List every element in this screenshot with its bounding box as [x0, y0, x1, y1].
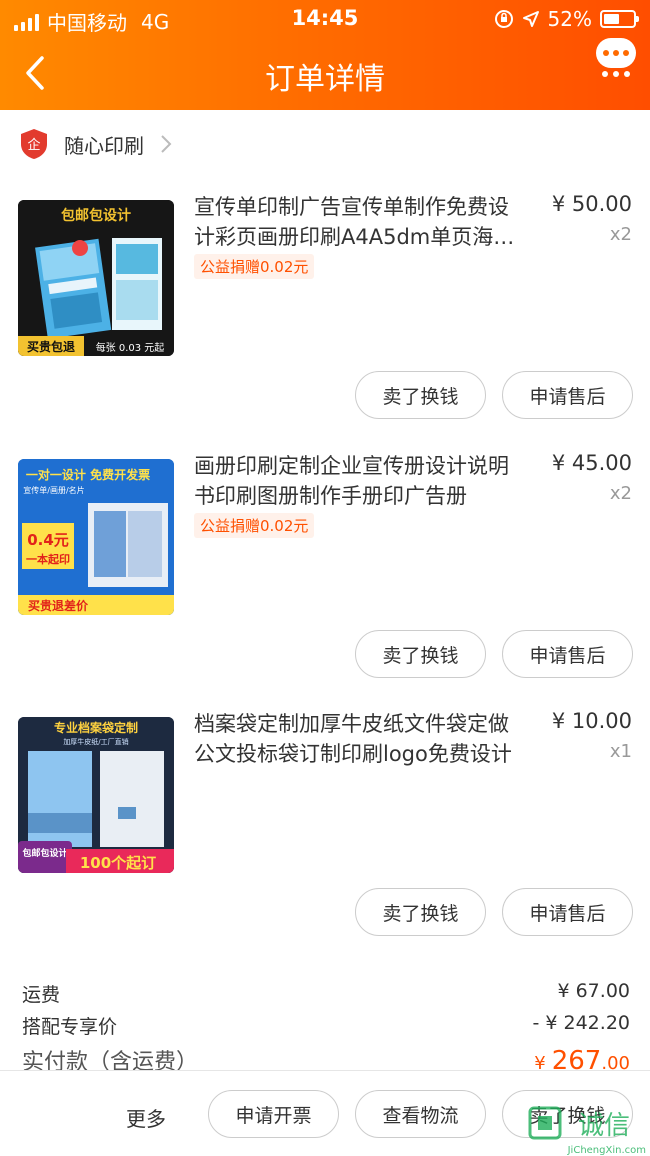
- page-title: 订单详情: [265, 62, 385, 97]
- order-item[interactable]: 包邮包设计 买贵包退 每张 0.03 元起 宣传单印制广告宣传单制作免费设计彩页…: [0, 190, 650, 448]
- sell-for-cash-button[interactable]: 卖了换钱: [355, 630, 486, 678]
- bundle-value: - ¥ 242.20: [532, 1012, 630, 1034]
- product-thumbnail[interactable]: 一对一设计 免费开发票 宣传单/画册/名片 0.4元 一本起印 买贵退差价: [18, 459, 174, 615]
- shop-row[interactable]: 企 随心印刷: [0, 112, 650, 176]
- svg-text:买贵退差价: 买贵退差价: [28, 598, 89, 613]
- svg-text:0.4元: 0.4元: [27, 531, 69, 549]
- product-quantity: x2: [609, 224, 632, 245]
- after-sale-button[interactable]: 申请售后: [502, 371, 633, 419]
- more-button[interactable]: 更多: [126, 1103, 166, 1132]
- shipping-value: ¥ 67.00: [557, 980, 630, 1002]
- svg-text:加厚牛皮纸/工厂直销: 加厚牛皮纸/工厂直销: [63, 737, 128, 746]
- after-sale-button[interactable]: 申请售后: [502, 630, 633, 678]
- sell-for-cash-button[interactable]: 卖了换钱: [355, 888, 486, 936]
- shop-name: 随心印刷: [64, 133, 144, 158]
- battery-icon: [600, 10, 639, 28]
- watermark-logo: 诚信 JiChengXin.com: [528, 1106, 646, 1156]
- svg-text:100个起订: 100个起订: [80, 854, 156, 872]
- bundle-price-row: 搭配专享价 - ¥ 242.20: [22, 1012, 630, 1039]
- product-title[interactable]: 宣传单印制广告宣传单制作免费设计彩页画册印刷A4A5dm单页海报传单: [194, 192, 524, 252]
- product-quantity: x1: [609, 741, 632, 762]
- bundle-label: 搭配专享价: [22, 1016, 118, 1038]
- enterprise-shop-icon: 企: [21, 129, 47, 159]
- nav-bar: 订单详情: [0, 36, 650, 110]
- svg-text:每张 0.03 元起: 每张 0.03 元起: [96, 341, 165, 354]
- product-title[interactable]: 档案袋定制加厚牛皮纸文件袋定做公文投标袋订制印刷logo免费设计: [194, 709, 524, 769]
- svg-text:企: 企: [27, 137, 40, 153]
- shipping-label: 运费: [22, 984, 61, 1006]
- order-item[interactable]: 一对一设计 免费开发票 宣传单/画册/名片 0.4元 一本起印 买贵退差价 画册…: [0, 449, 650, 707]
- product-price: ¥ 50.00: [551, 192, 632, 216]
- product-price: ¥ 10.00: [551, 709, 632, 733]
- chat-more-icon[interactable]: [594, 36, 638, 80]
- shipping-row: 运费 ¥ 67.00: [22, 980, 630, 1007]
- orientation-lock-icon: [494, 10, 513, 28]
- svg-text:一对一设计 免费开发票: 一对一设计 免费开发票: [26, 467, 150, 482]
- product-title[interactable]: 画册印刷定制企业宣传册设计说明书印刷图册制作手册印广告册: [194, 451, 524, 511]
- svg-text:专业档案袋定制: 专业档案袋定制: [54, 720, 138, 735]
- order-item[interactable]: 专业档案袋定制 加厚牛皮纸/工厂直销 包邮包设计 100个起订 档案袋定制加厚牛…: [0, 707, 650, 965]
- view-logistics-button[interactable]: 查看物流: [355, 1090, 486, 1138]
- charity-tag: 公益捐赠0.02元: [194, 513, 315, 538]
- after-sale-button[interactable]: 申请售后: [502, 888, 633, 936]
- location-icon: [522, 11, 539, 27]
- svg-text:包邮包设计: 包邮包设计: [61, 207, 131, 224]
- svg-text:诚信: 诚信: [578, 1111, 630, 1141]
- app-header: 中国移动 4G 14:45 52% 订单详情: [0, 0, 650, 110]
- svg-text:一本起印: 一本起印: [26, 552, 70, 566]
- svg-text:宣传单/画册/名片: 宣传单/画册/名片: [23, 485, 84, 495]
- chevron-right-icon: [161, 135, 172, 153]
- charity-tag: 公益捐赠0.02元: [194, 254, 315, 279]
- battery-percent: 52%: [547, 7, 592, 31]
- product-thumbnail[interactable]: 包邮包设计 买贵包退 每张 0.03 元起: [18, 200, 174, 356]
- status-bar: 中国移动 4G 14:45 52%: [0, 0, 650, 36]
- watermark-url: JiChengXin.com: [567, 1145, 646, 1156]
- svg-text:买贵包退: 买贵包退: [27, 339, 75, 354]
- product-thumbnail[interactable]: 专业档案袋定制 加厚牛皮纸/工厂直销 包邮包设计 100个起订: [18, 717, 174, 873]
- sell-for-cash-button[interactable]: 卖了换钱: [355, 371, 486, 419]
- request-invoice-button[interactable]: 申请开票: [208, 1090, 339, 1138]
- product-price: ¥ 45.00: [551, 451, 632, 475]
- svg-text:包邮包设计: 包邮包设计: [21, 847, 67, 859]
- product-quantity: x2: [609, 483, 632, 504]
